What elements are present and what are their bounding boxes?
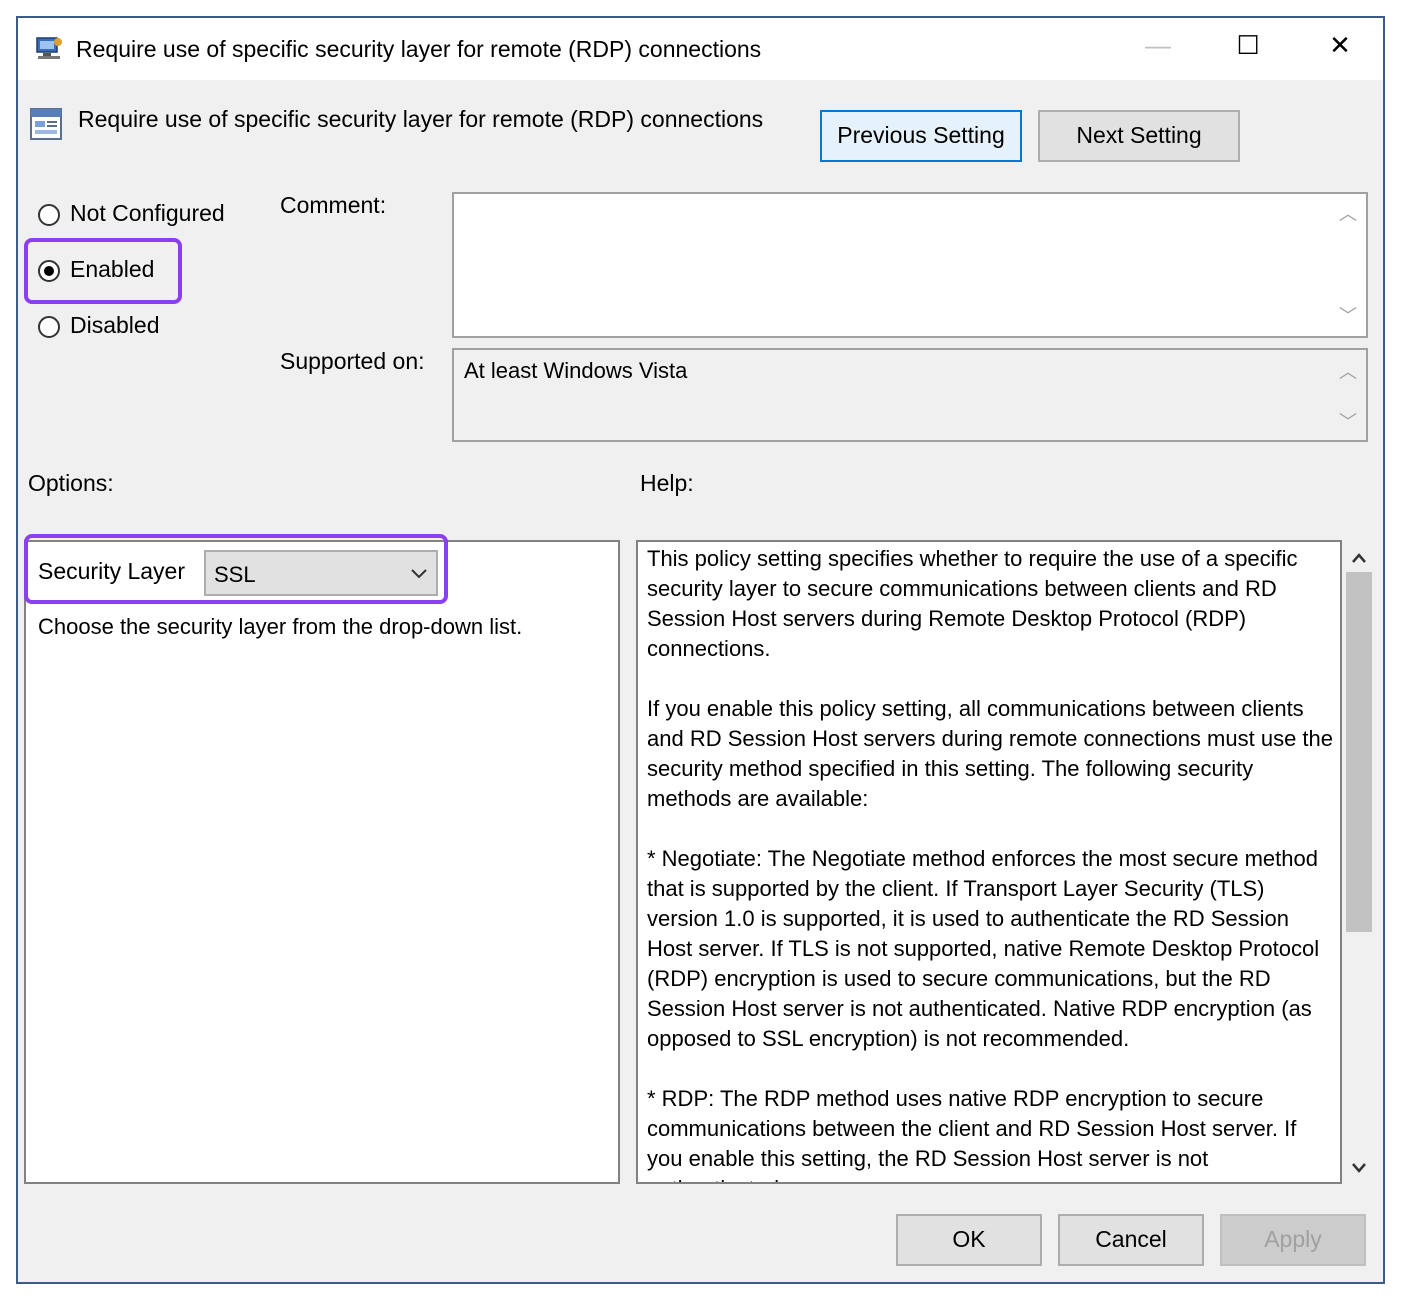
help-panel: This policy setting specifies whether to…: [636, 540, 1342, 1184]
chevron-up-icon[interactable]: [1351, 552, 1367, 564]
remote-desktop-icon: [36, 37, 62, 59]
help-paragraph: * Negotiate: The Negotiate method enforc…: [647, 846, 1320, 1051]
supported-on-label: Supported on:: [280, 348, 425, 374]
comment-textbox[interactable]: ︿ ﹀: [452, 192, 1368, 338]
enabled-highlight: [24, 238, 182, 304]
scrollbar-thumb[interactable]: [1346, 572, 1372, 932]
cancel-button[interactable]: Cancel: [1058, 1214, 1204, 1266]
chevron-down-icon[interactable]: ﹀: [1338, 302, 1358, 328]
title-bar: Require use of specific security layer f…: [18, 18, 1383, 80]
not-configured-label[interactable]: Not Configured: [70, 200, 225, 227]
close-button[interactable]: ✕: [1310, 30, 1370, 61]
disabled-label[interactable]: Disabled: [70, 312, 160, 339]
policy-dialog: Require use of specific security layer f…: [16, 16, 1385, 1284]
help-paragraph: If you enable this policy setting, all c…: [647, 696, 1333, 811]
radio-disabled[interactable]: [38, 316, 60, 338]
supported-on-value: At least Windows Vista: [464, 358, 688, 383]
apply-button[interactable]: Apply: [1220, 1214, 1366, 1266]
minimize-button[interactable]: —: [1128, 30, 1188, 61]
help-paragraph: This policy setting specifies whether to…: [647, 546, 1298, 661]
ok-button[interactable]: OK: [896, 1214, 1042, 1266]
help-paragraph: * RDP: The RDP method uses native RDP en…: [647, 1086, 1297, 1182]
options-label: Options:: [28, 470, 114, 496]
previous-setting-button[interactable]: Previous Setting: [820, 110, 1022, 162]
chevron-up-icon[interactable]: ︿: [1338, 358, 1358, 384]
chevron-down-icon[interactable]: [1351, 1162, 1367, 1174]
options-panel: Security Layer SSL Choose the security l…: [24, 540, 620, 1184]
next-setting-button[interactable]: Next Setting: [1038, 110, 1240, 162]
maximize-button[interactable]: ☐: [1218, 30, 1278, 61]
supported-on-box: At least Windows Vista ︿ ﹀: [452, 348, 1368, 442]
comment-label: Comment:: [280, 192, 387, 218]
radio-not-configured[interactable]: [38, 204, 60, 226]
chevron-down-icon[interactable]: ﹀: [1338, 408, 1358, 434]
chevron-up-icon[interactable]: ︿: [1338, 200, 1358, 226]
security-layer-highlight: [24, 534, 448, 604]
setting-name: Require use of specific security layer f…: [78, 106, 764, 132]
help-label: Help:: [640, 470, 694, 496]
help-scrollbar[interactable]: [1344, 540, 1374, 1184]
window-title: Require use of specific security layer f…: [76, 36, 762, 62]
security-layer-instruction: Choose the security layer from the drop-…: [38, 614, 523, 639]
help-text: This policy setting specifies whether to…: [647, 544, 1335, 1182]
policy-setting-icon: [30, 108, 62, 140]
